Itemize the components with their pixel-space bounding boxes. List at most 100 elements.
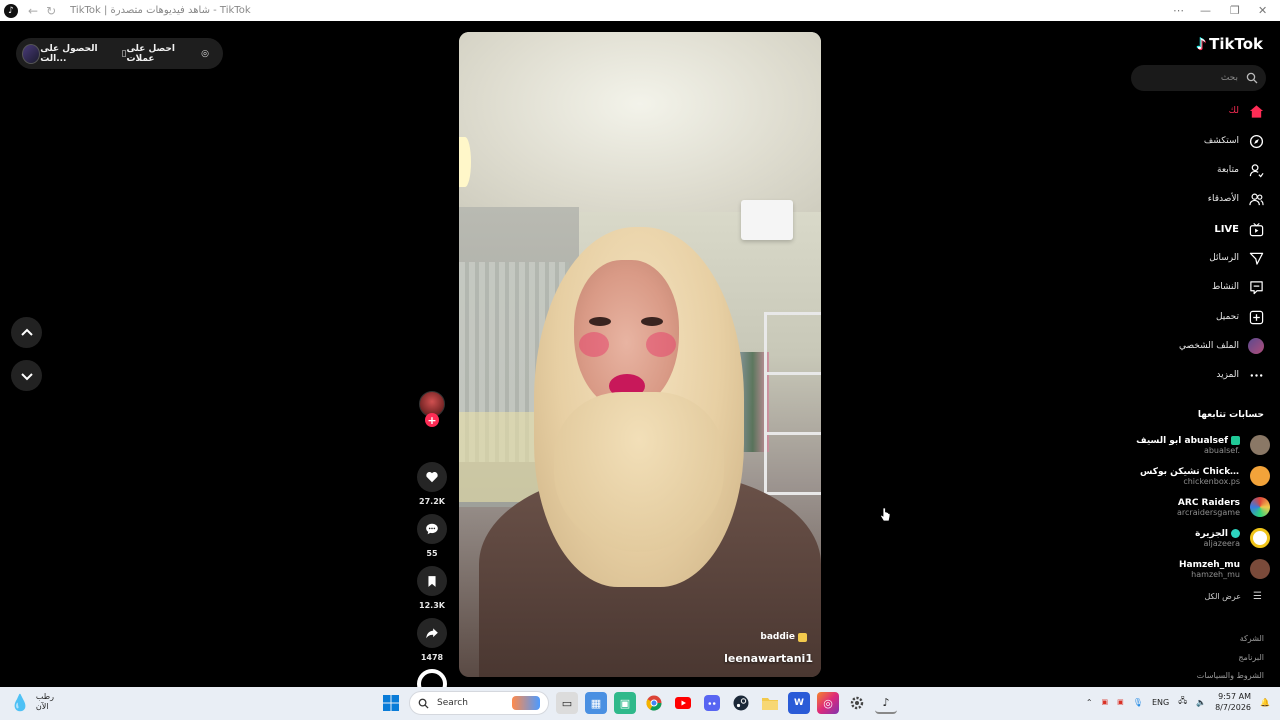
youtube-icon[interactable] bbox=[672, 692, 694, 714]
share-button[interactable] bbox=[417, 618, 447, 648]
windows-start-icon[interactable] bbox=[380, 692, 402, 714]
account-handle: abualsef. bbox=[1203, 445, 1240, 455]
video-person-cheek bbox=[646, 332, 676, 357]
sidebar-item-upload[interactable]: تحميل bbox=[1216, 307, 1264, 327]
share-count: 1478 bbox=[420, 653, 444, 662]
coin-icon: ◎ bbox=[201, 48, 209, 59]
sidebar-item-label: لك bbox=[1228, 106, 1239, 116]
follow-plus-icon[interactable]: + bbox=[425, 413, 439, 427]
save-button[interactable] bbox=[417, 566, 447, 596]
steam-icon[interactable] bbox=[730, 692, 752, 714]
account-item[interactable]: تشيكن بوكس Chicken Box... chickenbox.ps bbox=[1140, 463, 1270, 489]
avatar bbox=[1250, 466, 1270, 486]
language-indicator[interactable]: ENG bbox=[1152, 698, 1169, 707]
taskbar-clock[interactable]: 9:57 AM 8/7/2026 bbox=[1215, 691, 1251, 713]
sidebar-item-messages[interactable]: الرسائل bbox=[1209, 248, 1264, 268]
sidebar-item-label: متابعة bbox=[1217, 165, 1239, 175]
close-icon[interactable]: ✕ bbox=[1258, 0, 1267, 21]
app-w-icon[interactable]: W bbox=[788, 692, 810, 714]
app-tray-icon[interactable]: ▣ bbox=[1102, 698, 1109, 706]
file-explorer-icon[interactable] bbox=[759, 692, 781, 714]
task-view-icon[interactable]: ▭ bbox=[556, 692, 578, 714]
sidebar-item-explore[interactable]: استكشف bbox=[1204, 131, 1264, 151]
comment-button[interactable] bbox=[417, 514, 447, 544]
system-tray: ⌃ ▣ ▣ 🎙 ENG 🖧 🔈 9:57 AM 8/7/2026 🔔 bbox=[1086, 691, 1270, 713]
restore-icon[interactable]: ❐ bbox=[1230, 0, 1240, 21]
get-app-label: الحصول على الت... bbox=[40, 43, 98, 64]
video-person-scarf-front bbox=[554, 392, 724, 552]
tiktok-page: الحصول على الت... ▯ احصل على عملات ◎ bad… bbox=[0, 21, 1280, 699]
footer-link-company[interactable]: الشركة bbox=[1240, 634, 1264, 643]
account-name: الجزيرة bbox=[1195, 528, 1228, 539]
sidebar-item-profile[interactable]: الملف الشخصي bbox=[1179, 336, 1264, 356]
next-video-button[interactable] bbox=[11, 360, 42, 391]
weather-widget[interactable]: 💧 رطب الآن bbox=[10, 692, 54, 712]
footer-link-terms[interactable]: الشروط والسياسات bbox=[1197, 671, 1264, 680]
sidebar-item-label: تحميل bbox=[1215, 312, 1239, 322]
video-person-cheek bbox=[579, 332, 609, 357]
get-coins-button[interactable]: احصل على عملات ◎ bbox=[126, 44, 209, 64]
heart-icon bbox=[426, 472, 438, 483]
volume-icon[interactable]: 🔈 bbox=[1196, 698, 1206, 707]
discord-icon[interactable] bbox=[701, 692, 723, 714]
like-button[interactable] bbox=[417, 462, 447, 492]
see-all-button[interactable]: عرض الكل ☰ bbox=[1204, 591, 1262, 602]
chevron-up-icon[interactable]: ⌃ bbox=[1086, 698, 1093, 707]
taskbar-search-input[interactable]: Search bbox=[409, 691, 549, 715]
reload-icon[interactable]: ↻ bbox=[46, 4, 56, 18]
account-handle: arcraidersgame bbox=[1177, 507, 1240, 517]
network-icon[interactable]: 🖧 bbox=[1178, 695, 1187, 709]
sidebar-item-activity[interactable]: النشاط bbox=[1212, 277, 1264, 297]
sidebar-item-label: النشاط bbox=[1211, 282, 1239, 292]
settings-gear-icon[interactable] bbox=[846, 692, 868, 714]
tiktok-taskbar-icon[interactable]: ♪ bbox=[875, 692, 897, 714]
sidebar-item-friends[interactable]: الأصدقاء bbox=[1208, 189, 1264, 209]
notification-bell-icon[interactable]: 🔔 bbox=[1260, 698, 1270, 707]
instagram-icon[interactable]: ◎ bbox=[817, 692, 839, 714]
video-tag-label: baddie bbox=[760, 632, 795, 642]
store-icon[interactable]: ▦ bbox=[585, 692, 607, 714]
browser-title-bar: ♪ ← ↻ TikTok | شاهد فيديوهات متصدرة - Ti… bbox=[0, 0, 1280, 21]
account-item[interactable]: ARC Raiders arcraidersgame bbox=[1177, 494, 1270, 520]
video-username[interactable]: leenawartani1 bbox=[724, 652, 813, 665]
avatar bbox=[1250, 559, 1270, 579]
sidebar-item-following[interactable]: متابعة bbox=[1217, 160, 1264, 180]
profile-avatar-icon bbox=[1248, 338, 1264, 354]
save-count: 12.3K bbox=[419, 601, 445, 610]
video-tag[interactable]: baddie bbox=[760, 632, 807, 642]
list-icon: ☰ bbox=[1253, 591, 1262, 602]
account-item[interactable]: ابو السيف abualsef abualsef. bbox=[1136, 432, 1270, 458]
user-follow-icon bbox=[1248, 162, 1264, 178]
search-input[interactable]: بحث bbox=[1131, 65, 1266, 91]
sidebar-item-more[interactable]: المزيد bbox=[1216, 365, 1264, 385]
bookmark-icon bbox=[428, 575, 436, 587]
clock-date: 8/7/2026 bbox=[1215, 703, 1252, 712]
account-item[interactable]: Hamzeh_mu hamzeh_mu bbox=[1179, 556, 1270, 582]
microphone-icon[interactable]: 🎙 bbox=[1133, 698, 1143, 707]
search-icon bbox=[418, 698, 429, 709]
previous-video-button[interactable] bbox=[11, 317, 42, 348]
sidebar-item-for-you[interactable]: لك bbox=[1229, 101, 1264, 121]
live-icon bbox=[1248, 221, 1264, 237]
get-app-button[interactable]: الحصول على الت... ▯ bbox=[40, 44, 126, 64]
minimize-icon[interactable]: — bbox=[1200, 0, 1211, 21]
like-count: 27.2K bbox=[419, 497, 445, 506]
more-options-icon[interactable]: ⋯ bbox=[1173, 0, 1184, 21]
video-ceiling bbox=[459, 32, 821, 212]
footer-link-program[interactable]: البرنامج bbox=[1238, 653, 1264, 662]
app-tray-icon[interactable]: ▣ bbox=[1117, 698, 1124, 706]
chevron-down-icon bbox=[20, 372, 33, 380]
video-person-eye bbox=[641, 317, 663, 326]
sidebar-item-live[interactable]: LIVE bbox=[1214, 219, 1264, 239]
chrome-icon[interactable] bbox=[643, 692, 665, 714]
chat-app-icon[interactable]: ▣ bbox=[614, 692, 636, 714]
comment-count: 55 bbox=[426, 549, 438, 558]
avatar bbox=[1250, 497, 1270, 517]
tiktok-logo[interactable]: ♪ TikTok bbox=[1197, 35, 1263, 53]
account-item[interactable]: الجزيرة aljazeera bbox=[1195, 525, 1270, 551]
upload-icon bbox=[1248, 309, 1264, 325]
video-player[interactable]: baddie leenawartani1 bbox=[459, 32, 821, 677]
weather-time: الآن bbox=[35, 702, 49, 711]
avatar[interactable] bbox=[22, 43, 41, 64]
back-icon[interactable]: ← bbox=[28, 4, 38, 18]
